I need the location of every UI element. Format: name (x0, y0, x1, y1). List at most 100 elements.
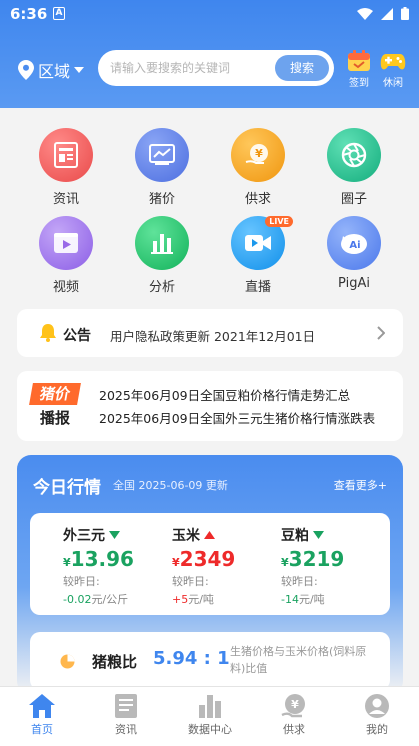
status-bar: 6:36 A (0, 0, 419, 28)
market-more-link[interactable]: 查看更多+ (334, 477, 387, 493)
price-change: +5 (172, 593, 189, 606)
price-name: 玉米 (172, 528, 200, 544)
price-item-soymeal[interactable]: 豆粕 ¥3219 较昨日: -14元/吨 (281, 525, 381, 607)
pie-chart-icon (60, 654, 75, 669)
ratio-label: 猪粮比 (92, 653, 138, 671)
price-currency: ¥ (172, 556, 180, 569)
bars-icon (135, 216, 189, 270)
region-selector[interactable]: 区域 (18, 58, 85, 82)
live-badge: LIVE (265, 216, 293, 227)
compare-label: 较昨日: (63, 575, 100, 588)
grid-item-circle[interactable]: 圈子 (319, 128, 389, 207)
grid-label: 资讯 (52, 192, 79, 207)
location-pin-icon (18, 60, 34, 80)
calendar-checkin-icon (348, 50, 370, 71)
chevron-down-icon (74, 67, 85, 73)
news-broadcast: 猪价 播报 2025年06月09日全国豆粕价格行情走势汇总 2025年06月09… (17, 371, 403, 441)
grid-item-analysis[interactable]: 分析 (127, 216, 197, 295)
ratio-value: 5.94 : 1 (153, 648, 230, 669)
news-item[interactable]: 2025年06月09日全国豆粕价格行情走势汇总 (99, 385, 350, 404)
search-bar: 搜索 (98, 50, 334, 86)
market-panel: 今日行情 全国 2025-06-09 更新 查看更多+ 外三元 ¥13.96 较… (17, 455, 403, 695)
chevron-right-icon (377, 326, 385, 340)
compare-label: 较昨日: (172, 575, 209, 588)
status-time: 6:36 (10, 5, 48, 23)
video-icon (39, 216, 93, 270)
price-unit: 元/吨 (298, 593, 325, 606)
price-item-pig[interactable]: 外三元 ¥13.96 较昨日: -0.02元/公斤 (63, 525, 163, 607)
news-badge-top: 猪价 (29, 383, 81, 405)
compare-label: 较昨日: (281, 575, 318, 588)
tab-label: 数据中心 (188, 723, 232, 736)
news-icon (39, 128, 93, 182)
price-currency: ¥ (281, 556, 289, 569)
price-item-corn[interactable]: 玉米 ¥2349 较昨日: +5元/吨 (172, 525, 272, 607)
price-unit: 元/吨 (188, 593, 214, 606)
search-button[interactable]: 搜索 (275, 55, 329, 81)
checkin-label: 签到 (349, 78, 369, 89)
price-currency: ¥ (63, 556, 71, 569)
news-item[interactable]: 2025年06月09日全国外三元生猪价格行情涨跌表 (99, 408, 375, 427)
grid-item-pig-price[interactable]: 猪价 (127, 128, 197, 207)
signal-icon (381, 7, 393, 20)
bell-icon (40, 324, 56, 342)
aperture-icon (327, 128, 381, 182)
grid-label: 直播 (244, 280, 271, 295)
price-value: 13.96 (70, 547, 134, 571)
tab-profile[interactable]: 我的 (342, 693, 412, 737)
market-subtitle: 全国 2025-06-09 更新 (113, 479, 228, 492)
grid-label: 猪价 (148, 192, 175, 207)
notice-bar[interactable]: 公告 用户隐私政策更新 2021年12月01日 (17, 309, 403, 357)
tab-supply[interactable]: ¥ 供求 (259, 693, 329, 737)
tab-label: 供求 (283, 723, 305, 736)
wifi-icon (357, 7, 373, 20)
news-badge-top-text: 猪价 (38, 385, 72, 403)
trend-down-icon (109, 531, 120, 539)
bottom-tab-bar: 首页 资讯 数据中心 ¥ 供求 我的 (0, 686, 419, 746)
ratio-description: 生猪价格与玉米价格(饲料原料)比值 (230, 645, 367, 675)
grid-label: PigAi (338, 276, 370, 291)
user-icon (365, 694, 389, 718)
price-change: -14 (281, 593, 299, 606)
tab-label: 首页 (31, 723, 53, 736)
chart-icon (135, 128, 189, 182)
price-unit: 元/公斤 (91, 593, 129, 606)
app-header: 6:36 A 区域 搜索 签到 休闲 (0, 0, 419, 108)
tab-news[interactable]: 资讯 (91, 693, 161, 737)
yen-icon: ¥ (231, 128, 285, 182)
tab-home[interactable]: 首页 (7, 693, 77, 737)
tab-data-center[interactable]: 数据中心 (175, 693, 245, 737)
notice-title: 公告 (63, 328, 91, 344)
grid-item-video[interactable]: 视频 (31, 216, 101, 295)
tab-label: 资讯 (115, 723, 137, 736)
price-name: 豆粕 (281, 528, 309, 544)
home-icon (29, 694, 55, 718)
grid-item-pigai[interactable]: Ai PigAi (319, 216, 389, 291)
price-card: 外三元 ¥13.96 较昨日: -0.02元/公斤 玉米 ¥2349 较昨日: … (30, 513, 390, 615)
grid-item-live[interactable]: LIVE 直播 (223, 216, 293, 295)
price-value: 2349 (179, 547, 236, 571)
news-badge-bottom: 播报 (39, 409, 70, 427)
svg-text:Ai: Ai (349, 240, 360, 251)
tab-label: 我的 (366, 723, 388, 736)
bar-chart-icon (199, 695, 221, 718)
pig-ai-icon: Ai (327, 216, 381, 270)
trend-up-icon (204, 531, 215, 539)
grid-label: 视频 (52, 280, 79, 295)
ratio-card[interactable]: 猪粮比 5.94 : 1 生猪价格与玉米价格(饲料原料)比值 (30, 632, 390, 690)
leisure-label: 休闲 (383, 78, 403, 89)
grid-item-news[interactable]: 资讯 (31, 128, 101, 207)
checkin-button[interactable]: 签到 (344, 50, 374, 89)
grid-item-supply[interactable]: ¥ 供求 (223, 128, 293, 207)
svg-text:¥: ¥ (255, 147, 263, 160)
status-icons (357, 7, 409, 20)
market-title: 今日行情 (33, 478, 101, 498)
camera-icon: LIVE (231, 216, 293, 270)
region-label: 区域 (38, 62, 71, 81)
trend-down-icon (313, 531, 324, 539)
search-input[interactable] (110, 58, 270, 78)
battery-icon (401, 7, 409, 20)
leisure-button[interactable]: 休闲 (378, 50, 408, 89)
svg-text:¥: ¥ (291, 698, 299, 711)
price-name: 外三元 (63, 528, 105, 544)
